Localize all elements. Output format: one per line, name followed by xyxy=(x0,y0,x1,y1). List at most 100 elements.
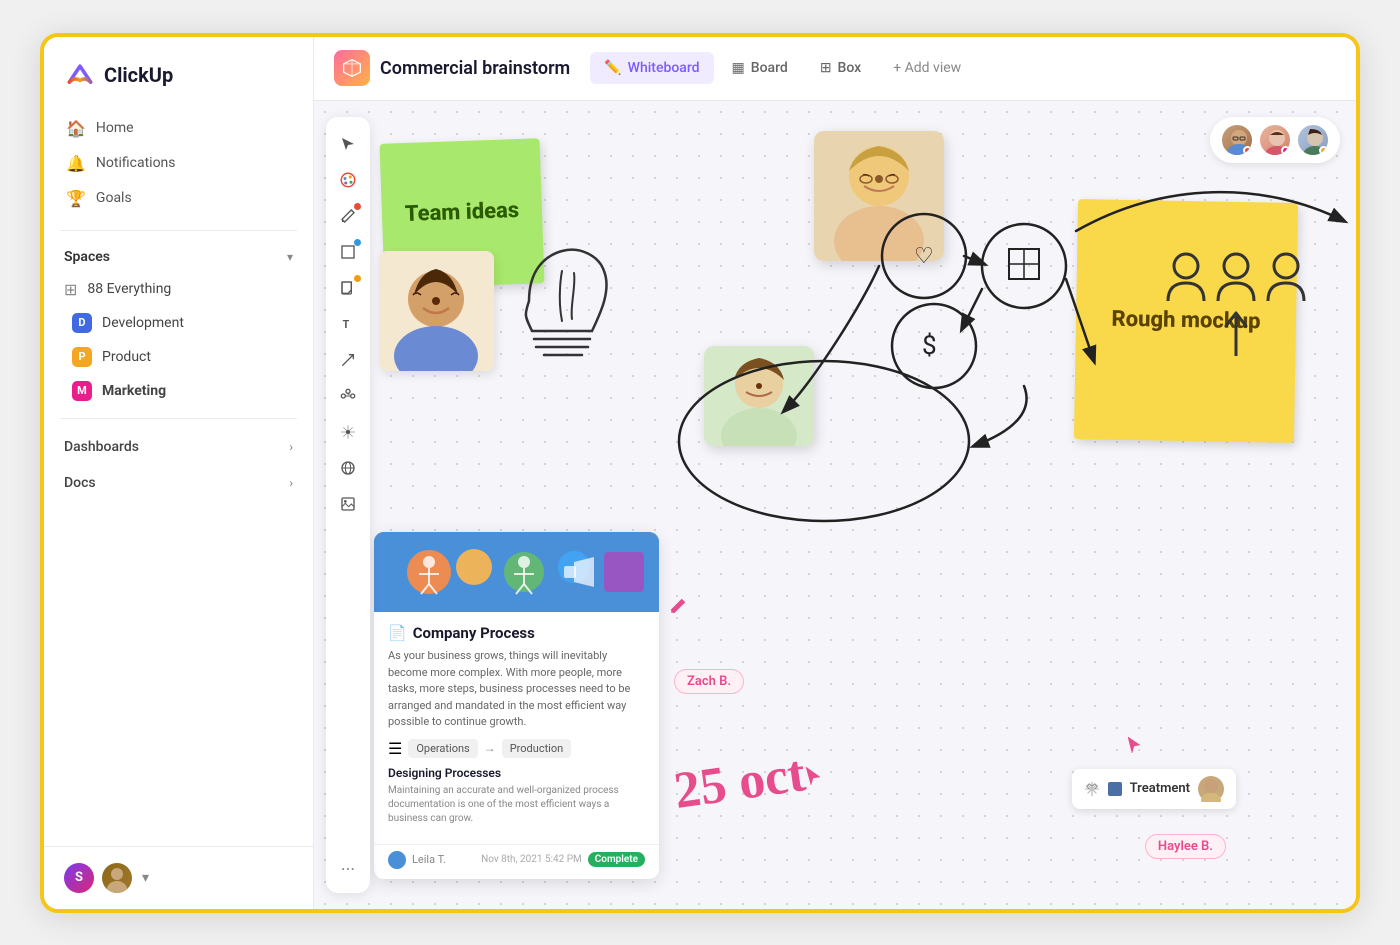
header-tabs: ✏️ Whiteboard ▦ Board ⊞ Box + Add view xyxy=(590,52,975,84)
marketing-label: Marketing xyxy=(102,383,166,399)
online-dot-3 xyxy=(1319,146,1328,155)
logo-icon xyxy=(64,59,96,91)
arrow-icon: → xyxy=(484,741,496,755)
flow-to: Production xyxy=(502,739,571,758)
tool-rect[interactable] xyxy=(331,235,365,269)
doc-author: Leila T. xyxy=(412,853,446,866)
person-photo-top xyxy=(814,131,944,261)
chevron-down-icon: ▾ xyxy=(287,250,293,264)
user-avatar-s[interactable]: S xyxy=(64,863,94,893)
sidebar-item-notifications-label: Notifications xyxy=(96,155,176,171)
sidebar-item-notifications[interactable]: 🔔 Notifications xyxy=(56,146,301,181)
doc-icon: 📄 xyxy=(388,624,407,642)
sidebar-item-home[interactable]: 🏠 Home xyxy=(56,111,301,146)
avatar-user2 xyxy=(1258,123,1292,157)
user-chevron-icon[interactable]: ▾ xyxy=(142,870,149,886)
view-icon xyxy=(334,50,370,86)
ellipsis-icon: ... xyxy=(341,854,355,875)
sidebar: ClickUp 🏠 Home 🔔 Notifications 🏆 Goals S… xyxy=(44,37,314,909)
chevron-right-icon: › xyxy=(289,440,293,454)
tool-globe[interactable] xyxy=(331,451,365,485)
sidebar-item-product[interactable]: P Product xyxy=(52,340,305,374)
product-label: Product xyxy=(102,349,151,365)
tool-pen[interactable] xyxy=(331,199,365,233)
tool-cursor[interactable] xyxy=(331,127,365,161)
svg-text:T: T xyxy=(343,318,350,331)
spaces-header[interactable]: Spaces ▾ xyxy=(44,241,313,273)
tool-note[interactable] xyxy=(331,271,365,305)
sidebar-item-development[interactable]: D Development xyxy=(52,306,305,340)
whiteboard-tab-icon: ✏️ xyxy=(604,60,621,76)
sidebar-item-home-label: Home xyxy=(96,120,134,136)
add-view-label: + Add view xyxy=(893,60,961,76)
chevron-right-icon-2: › xyxy=(289,476,293,490)
tab-box[interactable]: ⊞ Box xyxy=(806,52,875,84)
more-tools[interactable]: ... xyxy=(341,846,355,883)
person-photo-left xyxy=(379,251,494,371)
cursor-treatment-icon xyxy=(1126,735,1142,759)
avatar-user1 xyxy=(1220,123,1254,157)
pen-dot xyxy=(354,203,361,210)
doc-subtitle: Designing Processes xyxy=(388,766,645,780)
trophy-icon: 🏆 xyxy=(66,189,86,208)
tab-board[interactable]: ▦ Board xyxy=(718,52,802,84)
logo-text: ClickUp xyxy=(104,63,173,87)
box-tab-label: Box xyxy=(838,60,862,76)
zach-label-text: Zach B. xyxy=(687,674,731,689)
toolbar: T ... xyxy=(326,117,370,893)
box-3d-icon xyxy=(342,58,362,78)
bell-icon: 🔔 xyxy=(66,154,86,173)
tool-text[interactable]: T xyxy=(331,307,365,341)
tool-connect[interactable] xyxy=(331,379,365,413)
online-dot-1 xyxy=(1243,146,1252,155)
sidebar-section-dashboards[interactable]: Dashboards › xyxy=(44,429,313,465)
divider xyxy=(60,230,297,231)
dashboards-label: Dashboards xyxy=(64,439,139,455)
main-area: Commercial brainstorm ✏️ Whiteboard ▦ Bo… xyxy=(314,37,1356,909)
everything-item[interactable]: ⊞ 88 Everything xyxy=(44,273,313,306)
doc-title: 📄 Company Process xyxy=(388,624,645,642)
whiteboard-canvas[interactable]: T ... xyxy=(314,101,1356,909)
avatar-user3 xyxy=(1296,123,1330,157)
people-icons-svg xyxy=(1156,241,1316,361)
doc-body: 📄 Company Process As your business grows… xyxy=(374,612,659,838)
logo[interactable]: ClickUp xyxy=(44,37,313,107)
box-tab-icon: ⊞ xyxy=(820,60,832,76)
user-avatar-person[interactable] xyxy=(102,863,132,893)
board-tab-icon: ▦ xyxy=(732,60,745,76)
haylee-label-text: Haylee B. xyxy=(1158,839,1213,854)
date-text: 25 oct xyxy=(671,748,808,818)
svg-text:$: $ xyxy=(922,331,937,361)
doc-footer: Leila T. Nov 8th, 2021 5:42 PM Complete xyxy=(374,844,659,879)
treatment-label: Treatment xyxy=(1130,781,1190,796)
tool-palette[interactable] xyxy=(331,163,365,197)
divider-2 xyxy=(60,418,297,419)
tool-arrow[interactable] xyxy=(331,343,365,377)
tool-sparkle[interactable] xyxy=(331,415,365,449)
tab-whiteboard[interactable]: ✏️ Whiteboard xyxy=(590,52,713,84)
sidebar-item-marketing[interactable]: M Marketing xyxy=(52,374,305,408)
add-view-button[interactable]: + Add view xyxy=(879,52,975,84)
board-tab-label: Board xyxy=(751,60,788,76)
doc-desc: As your business grows, things will inev… xyxy=(388,648,645,731)
treatment-color-block xyxy=(1108,782,1122,796)
doc-flow: ☰ Operations → Production xyxy=(388,739,645,758)
spaces-title: Spaces xyxy=(64,249,110,265)
document-card[interactable]: 📄 Company Process As your business grows… xyxy=(374,532,659,879)
grid-icon: ⊞ xyxy=(64,280,77,299)
label-haylee: Haylee B. xyxy=(1145,834,1226,859)
development-badge: D xyxy=(72,313,92,333)
sticky-green-text: Team ideas xyxy=(404,198,519,228)
cursor-icon xyxy=(804,765,822,791)
move-icon xyxy=(1084,781,1100,797)
sidebar-bottom: S ▾ xyxy=(44,846,313,909)
tool-image[interactable] xyxy=(331,487,365,521)
online-dot-2 xyxy=(1281,146,1290,155)
docs-label: Docs xyxy=(64,475,96,491)
sidebar-section-docs[interactable]: Docs › xyxy=(44,465,313,501)
header: Commercial brainstorm ✏️ Whiteboard ▦ Bo… xyxy=(314,37,1356,101)
product-badge: P xyxy=(72,347,92,367)
note-dot xyxy=(354,275,361,282)
sidebar-item-goals[interactable]: 🏆 Goals xyxy=(56,181,301,216)
home-icon: 🏠 xyxy=(66,119,86,138)
